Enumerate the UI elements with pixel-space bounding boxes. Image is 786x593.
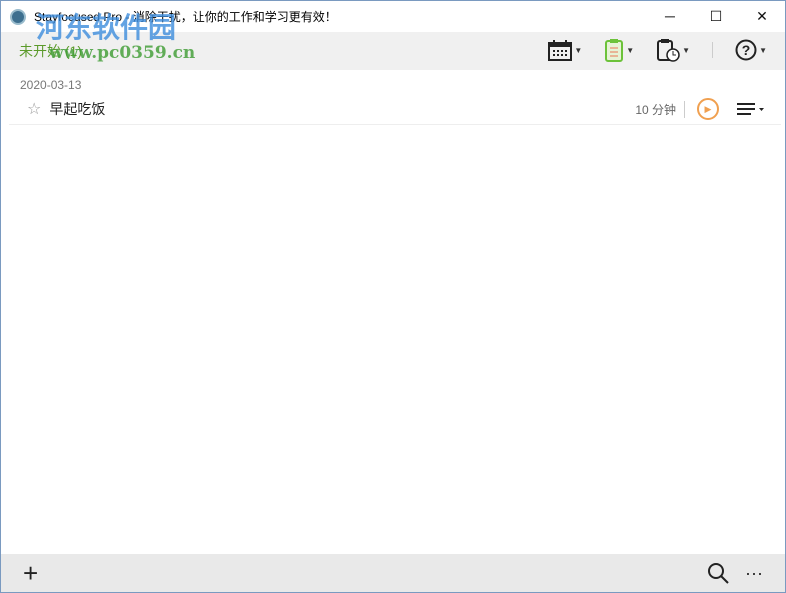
play-icon: ▶ xyxy=(704,103,712,114)
caret-icon: ▼ xyxy=(682,45,691,55)
clipboard-icon xyxy=(605,39,624,62)
bottom-bar: + ··· xyxy=(1,554,785,592)
maximize-button[interactable]: ☐ xyxy=(693,1,739,31)
caret-icon: ▼ xyxy=(759,45,767,55)
help-icon: ? xyxy=(735,39,757,61)
task-name: 早起吃饭 xyxy=(49,101,106,117)
task-list-button[interactable]: ▼ xyxy=(604,38,634,62)
menu-icon[interactable] xyxy=(737,101,765,117)
clipboard-clock-icon xyxy=(657,39,680,62)
app-icon xyxy=(10,8,26,25)
task-row[interactable]: ☆ 早起吃饭 10 分钟 ▶ xyxy=(9,94,781,125)
calendar-button[interactable]: ▼ xyxy=(548,39,582,61)
help-button[interactable]: ? ▼ xyxy=(735,39,767,61)
watermark: 河东软件园 xyxy=(36,11,177,44)
minimize-button[interactable]: ─ xyxy=(647,1,693,31)
task-duration: 10 分钟 xyxy=(635,100,685,118)
add-task-button[interactable]: + xyxy=(23,558,38,589)
caret-icon: ▼ xyxy=(626,45,635,55)
search-icon[interactable] xyxy=(707,562,729,584)
svg-text:?: ? xyxy=(742,42,751,58)
star-icon[interactable]: ☆ xyxy=(27,99,41,119)
date-header: 2020-03-13 xyxy=(20,78,82,92)
watermark-url: www.pc0359.cn xyxy=(49,43,196,63)
history-button[interactable]: ▼ xyxy=(656,38,690,62)
play-button[interactable]: ▶ xyxy=(697,98,719,120)
caret-icon: ▼ xyxy=(574,45,583,55)
calendar-icon xyxy=(548,40,573,61)
more-button[interactable]: ··· xyxy=(745,563,763,584)
close-button[interactable]: ✕ xyxy=(739,1,785,31)
divider xyxy=(712,42,714,58)
